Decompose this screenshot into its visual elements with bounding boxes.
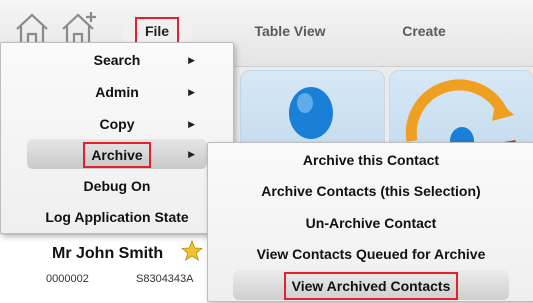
submenu-item-view-queued-for-archive[interactable]: View Contacts Queued for Archive bbox=[208, 239, 533, 269]
submenu-item-archive-this-contact[interactable]: Archive this Contact bbox=[208, 145, 533, 175]
submenu-item-un-archive-contact[interactable]: Un-Archive Contact bbox=[208, 208, 533, 238]
tab-table-view[interactable]: Table View bbox=[240, 16, 340, 46]
menu-item-label: Admin bbox=[95, 84, 139, 100]
chevron-right-icon: ▶ bbox=[188, 149, 195, 159]
menu-item-admin[interactable]: Admin ▶ bbox=[1, 77, 233, 107]
star-icon[interactable] bbox=[180, 239, 204, 267]
menu-item-label: Copy bbox=[99, 116, 135, 132]
menu-item-log-application-state[interactable]: Log Application State bbox=[1, 202, 233, 232]
menu-item-label: Archive bbox=[83, 142, 151, 169]
contact-ref: S8304343A bbox=[136, 273, 194, 285]
chevron-right-icon: ▶ bbox=[188, 87, 195, 97]
tab-file-label: File bbox=[134, 17, 180, 45]
contact-card[interactable]: Mr John Smith 0000002 S8304343A bbox=[0, 235, 236, 303]
chevron-right-icon: ▶ bbox=[188, 55, 195, 65]
chevron-right-icon: ▶ bbox=[188, 119, 195, 129]
menu-item-search[interactable]: Search ▶ bbox=[1, 45, 233, 75]
submenu-item-label: View Archived Contacts bbox=[283, 272, 459, 301]
file-menu: Search ▶ Admin ▶ Copy ▶ Archive ▶ Debug … bbox=[0, 42, 234, 234]
tab-create[interactable]: Create bbox=[388, 16, 460, 46]
contact-id: 0000002 bbox=[46, 273, 89, 285]
submenu-item-view-archived-contacts[interactable]: View Archived Contacts bbox=[233, 270, 509, 301]
contact-name: Mr John Smith bbox=[52, 245, 164, 262]
menu-item-copy[interactable]: Copy ▶ bbox=[1, 109, 233, 139]
archive-submenu: Archive this Contact Archive Contacts (t… bbox=[207, 142, 533, 302]
menu-item-archive[interactable]: Archive ▶ bbox=[27, 139, 207, 169]
home-add-icon[interactable] bbox=[60, 10, 96, 46]
menu-item-debug-on[interactable]: Debug On bbox=[1, 171, 233, 201]
home-icon[interactable] bbox=[14, 10, 50, 46]
submenu-item-archive-contacts-selection[interactable]: Archive Contacts (this Selection) bbox=[208, 176, 533, 206]
menu-item-label: Search bbox=[93, 52, 141, 68]
